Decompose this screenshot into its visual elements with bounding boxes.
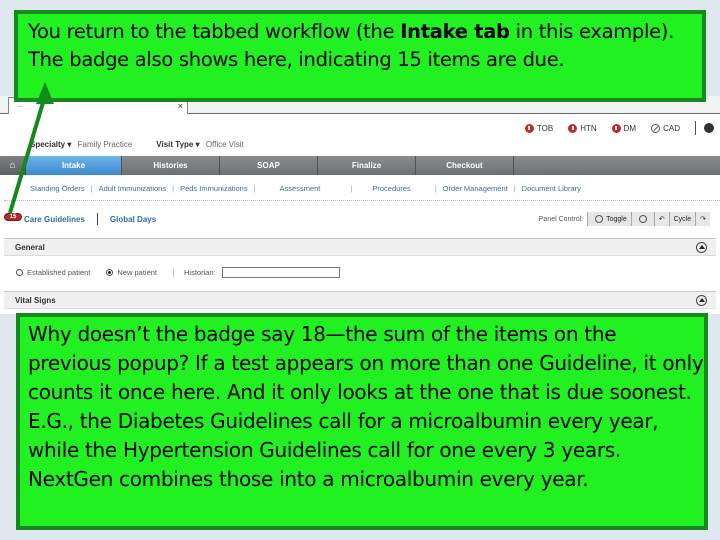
alert-cad[interactable]: CAD [651,123,680,133]
alert-dm[interactable]: DM [611,123,637,133]
cycle-button[interactable]: Cycle [668,212,696,226]
visit-type-label: Visit Type ▾ [156,140,200,149]
visit-filters: Specialty ▾ Family Practice Visit Type ▾… [30,140,268,149]
sub-tab-peds-immunizations[interactable]: Peds Immunizations [180,184,248,193]
separator: | [513,184,516,193]
no-alert-icon [651,123,661,133]
specialty-filter[interactable]: Specialty ▾ Family Practice [30,140,132,149]
specialty-label: Specialty ▾ [30,140,72,149]
alert-tob[interactable]: TOB [524,123,554,133]
sub-tab-procedures[interactable]: Procedures [372,184,410,193]
tab-finalize[interactable]: Finalize [318,156,416,175]
section-vital-signs-header[interactable]: Vital Signs [4,291,716,309]
toggle-label: Toggle [606,215,627,223]
collapse-icon[interactable] [696,242,707,253]
tab-global-days[interactable]: Global Days [110,215,156,225]
panel-control: Panel Control: Toggle ↶ Cycle ↷ [539,212,710,226]
tab-soap[interactable]: SOAP [220,156,318,175]
annotation-callout-top: You return to the tabbed workflow (the I… [14,10,706,102]
tab-intake[interactable]: Intake [26,156,122,175]
new-patient-radio[interactable]: New patient [106,268,157,277]
separator: | [90,184,93,193]
sub-tab-standing-orders[interactable]: Standing Orders [30,184,85,193]
separator: | [350,184,353,193]
browser-tab-title: ... [17,102,23,109]
health-alerts-bar: TOB HTN DM CAD [524,120,720,136]
callout-bold-text: Intake tab [400,20,510,43]
section-general-header[interactable]: General [4,238,716,256]
alert-icon [568,123,578,133]
separator: | [434,184,437,193]
alert-icon [524,123,534,133]
visit-type-value: Office Visit [205,140,244,149]
sub-tab-adult-immunizations[interactable]: Adult Immunizations [99,184,167,193]
toggle-button[interactable]: Toggle [587,212,631,226]
separator: | [253,184,256,193]
gear-icon[interactable] [704,123,714,133]
expand-all-icon [638,215,647,223]
separator: | [172,184,175,193]
arrow-right-icon: ↷ [700,216,706,223]
tab-care-guidelines[interactable]: Care Guidelines [24,215,85,225]
sub-tab-order-management[interactable]: Order Management [443,184,508,193]
arrow-left-icon: ↶ [658,216,665,223]
home-icon[interactable]: ⌂ [0,156,26,175]
sub-tab-assessment[interactable]: Assessment [280,184,321,193]
tab-histories[interactable]: Histories [122,156,220,175]
general-row: Established patient New patient Historia… [16,267,340,278]
annotation-callout-bottom: Why doesn’t the badge say 18—the sum of … [16,313,708,530]
separator [173,268,174,277]
ehr-app-window: ... × TOB HTN DM CAD Specialty ▾ Family … [0,96,720,314]
cycle-back-button[interactable]: ↶ [653,212,669,226]
radio-label: New patient [117,268,157,277]
alert-label: DM [623,123,637,133]
collapse-all-icon [595,215,604,223]
historian-input[interactable] [221,267,340,278]
section-title: General [15,243,45,252]
specialty-value: Family Practice [77,140,133,149]
sub-tabs: Standing Orders | Adult Immunizations | Pe… [30,184,587,193]
alert-label: TOB [536,123,554,133]
radio-label: Established patient [27,268,91,277]
section-title: Vital Signs [15,296,56,305]
established-patient-radio[interactable]: Established patient [16,268,90,277]
collapse-icon[interactable] [696,295,707,306]
alert-icon [611,123,621,133]
radio-icon [16,269,23,276]
workflow-tabs: ⌂ Intake Histories SOAP Finalize Checkou… [0,156,720,175]
separator [96,213,98,225]
callout-text: You return to the tabbed workflow (the [28,20,401,43]
section-tabs: Care Guidelines Global Days [24,213,156,225]
historian-label: Historian: [184,268,216,277]
divider [695,121,696,135]
alert-htn[interactable]: HTN [568,123,597,133]
due-items-badge: 15 [4,213,22,221]
tab-checkout[interactable]: Checkout [416,156,514,175]
radio-checked-icon [106,269,114,276]
divider [4,200,720,201]
alert-label: CAD [663,123,680,133]
sub-tab-document-library[interactable]: Document Library [522,184,581,193]
close-tab-icon[interactable]: × [178,101,183,111]
cycle-forward-button[interactable]: ↷ [695,212,710,226]
panel-control-label: Panel Control: [538,215,584,223]
alert-label: HTN [580,123,597,133]
visit-type-filter[interactable]: Visit Type ▾ Office Visit [156,140,243,149]
expand-all-button[interactable] [630,212,654,226]
